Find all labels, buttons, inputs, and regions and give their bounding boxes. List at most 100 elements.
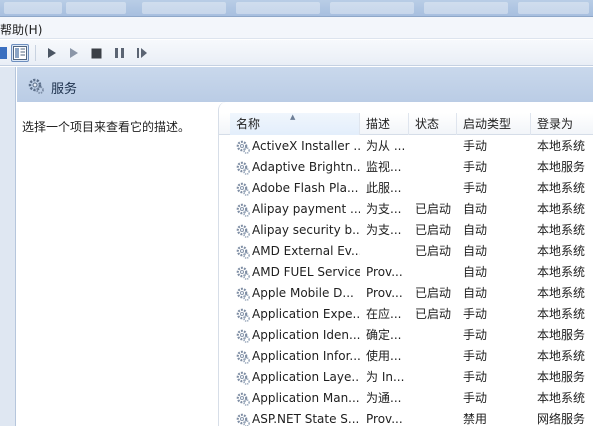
service-logon-as: 本地系统	[537, 223, 586, 237]
menu-bar: 帮助(H)	[0, 17, 593, 39]
start-service-alt-button[interactable]	[65, 44, 83, 62]
service-logon-as: 本地系统	[537, 286, 586, 300]
service-gear-icon	[235, 244, 251, 260]
service-gear-icon	[235, 223, 251, 239]
service-name: Apple Mobile D...	[252, 286, 354, 300]
service-startup-type: 自动	[463, 202, 488, 216]
start-service-button[interactable]	[43, 44, 61, 62]
panel-icon	[0, 47, 7, 59]
task-button[interactable]	[424, 2, 508, 14]
service-status	[415, 325, 455, 346]
restart-service-button[interactable]	[133, 44, 151, 62]
service-row[interactable]: Application Expe... 在应... 已启动 手动 本地系统	[219, 304, 593, 325]
service-gear-icon	[235, 328, 251, 344]
service-row[interactable]: ActiveX Installer ... 为从 ... 手动 本地系统	[219, 136, 593, 157]
service-name: Application Infor...	[252, 349, 360, 363]
service-name: Alipay security b...	[252, 223, 360, 237]
service-row[interactable]: Application Man... 为通... 手动 本地系统	[219, 388, 593, 409]
service-row[interactable]: Adobe Flash Pla... 此服... 手动 本地系统	[219, 178, 593, 199]
service-name: Adobe Flash Pla...	[252, 181, 359, 195]
service-row[interactable]: Application Infor... 使用... 手动 本地系统	[219, 346, 593, 367]
taskbar-strip	[0, 0, 593, 17]
page-title: 服务	[51, 82, 78, 97]
toolbar	[0, 40, 593, 66]
service-startup-type: 手动	[463, 328, 488, 342]
service-name: Application Expe...	[252, 307, 360, 321]
service-startup-type: 自动	[463, 286, 488, 300]
services-list[interactable]: 名称 ▲ 描述 状态 启动类型 登录为 ActiveX Installer ..…	[218, 102, 593, 426]
service-name: AMD External Ev...	[252, 244, 360, 258]
service-gear-icon	[235, 139, 251, 155]
service-description: 为支...	[366, 202, 402, 216]
service-row[interactable]: Alipay security b... 为支... 已启动 自动 本地系统	[219, 220, 593, 241]
service-name: AMD FUEL Service	[252, 265, 360, 279]
service-row[interactable]: ASP.NET State S... Prov... 禁用 网络服务	[219, 409, 593, 426]
service-row[interactable]: Application Iden... 确定... 手动 本地服务	[219, 325, 593, 346]
service-description: 确定...	[366, 328, 402, 342]
service-row[interactable]: Adaptive Brightn... 监视... 手动 本地服务	[219, 157, 593, 178]
gear-icon	[27, 77, 45, 98]
stop-icon	[91, 48, 101, 58]
menu-help[interactable]: 帮助(H)	[0, 21, 42, 38]
service-status	[415, 178, 455, 199]
service-startup-type: 自动	[463, 244, 488, 258]
pause-service-button[interactable]	[110, 44, 128, 62]
service-status	[415, 346, 455, 367]
task-button[interactable]	[4, 2, 62, 14]
service-name: Application Laye...	[252, 370, 360, 384]
service-gear-icon	[235, 286, 251, 302]
service-description	[366, 241, 406, 262]
task-button[interactable]	[330, 2, 414, 14]
show-hide-tree-button[interactable]	[11, 44, 29, 62]
service-status: 已启动	[415, 244, 452, 258]
service-gear-icon	[235, 349, 251, 365]
service-name: Application Iden...	[252, 328, 360, 342]
services-rows: ActiveX Installer ... 为从 ... 手动 本地系统 Adaptiv…	[219, 136, 593, 426]
service-gear-icon	[235, 412, 251, 426]
service-logon-as: 本地服务	[537, 160, 586, 174]
service-startup-type: 手动	[463, 391, 488, 405]
description-text: 选择一个项目来查看它的描述。	[22, 120, 191, 134]
service-logon-as: 本地系统	[537, 202, 586, 216]
column-header-description[interactable]: 描述	[360, 113, 409, 135]
service-row[interactable]: AMD FUEL Service Prov... 自动 本地系统	[219, 262, 593, 283]
service-startup-type: 手动	[463, 307, 488, 321]
task-button[interactable]	[66, 2, 126, 14]
console-tree-icon	[13, 46, 27, 60]
service-row[interactable]: Alipay payment ... 为支... 已启动 自动 本地系统	[219, 199, 593, 220]
service-gear-icon	[235, 202, 251, 218]
service-row[interactable]: Application Laye... 为 In... 手动 本地服务	[219, 367, 593, 388]
service-row[interactable]: Apple Mobile D... Prov... 已启动 自动 本地系统	[219, 283, 593, 304]
service-status: 已启动	[415, 286, 452, 300]
service-name: ActiveX Installer ...	[252, 139, 360, 153]
service-gear-icon	[235, 370, 251, 386]
service-status: 已启动	[415, 223, 452, 237]
column-header-logon-as[interactable]: 登录为	[531, 113, 593, 135]
service-logon-as: 本地系统	[537, 139, 586, 153]
service-description: 在应...	[366, 307, 402, 321]
service-name: Alipay payment ...	[252, 202, 360, 216]
console-tree-edge	[0, 67, 16, 426]
service-gear-icon	[235, 307, 251, 323]
service-row[interactable]: AMD External Ev... 已启动 自动 本地系统	[219, 241, 593, 262]
service-gear-icon	[235, 181, 251, 197]
service-startup-type: 手动	[463, 349, 488, 363]
task-button[interactable]	[518, 2, 589, 14]
task-button[interactable]	[142, 2, 226, 14]
service-logon-as: 本地系统	[537, 307, 586, 321]
column-header-status[interactable]: 状态	[409, 113, 457, 135]
column-header-startup-type[interactable]: 启动类型	[457, 113, 531, 135]
service-status	[415, 157, 455, 178]
task-button[interactable]	[236, 2, 320, 14]
column-header-row: 名称 ▲ 描述 状态 启动类型 登录为	[219, 113, 593, 135]
service-startup-type: 手动	[463, 139, 488, 153]
service-gear-icon	[235, 391, 251, 407]
service-logon-as: 本地系统	[537, 265, 586, 279]
service-status: 已启动	[415, 202, 452, 216]
service-status	[415, 388, 455, 409]
service-status	[415, 262, 455, 283]
service-logon-as: 本地服务	[537, 328, 586, 342]
stop-service-button[interactable]	[87, 44, 105, 62]
service-status	[415, 367, 455, 388]
service-name: Application Man...	[252, 391, 360, 405]
